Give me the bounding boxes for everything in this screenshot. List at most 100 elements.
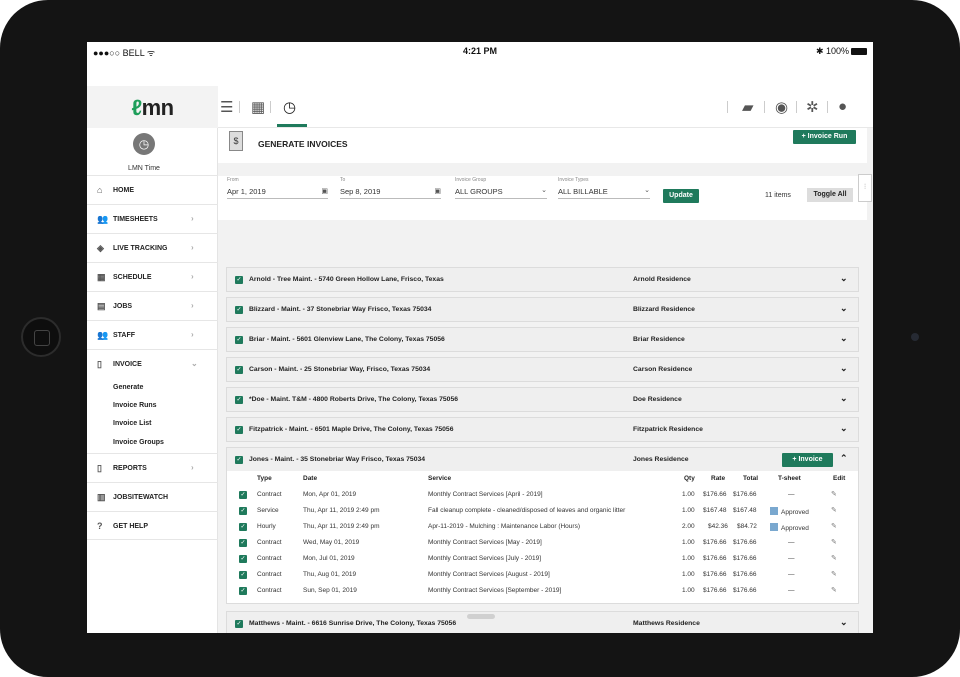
to-date-field[interactable]: Sep 8, 2019 ▣ xyxy=(340,187,441,199)
settings-sliders-icon[interactable]: ⫶ xyxy=(858,174,872,202)
chevron-right-icon: › xyxy=(191,243,194,252)
checkbox[interactable]: ✓ xyxy=(235,366,243,374)
tsheet-status[interactable]: Approved xyxy=(770,507,809,516)
sidebar-subitem-invoice-groups[interactable]: Invoice Groups xyxy=(113,439,164,446)
line-checkbox[interactable]: ✓ xyxy=(239,539,247,547)
gear-icon[interactable]: ✲ xyxy=(806,98,819,116)
tablet-frame: ●●●○○ BELL ᯤ 4:21 PM ✱ 100% ℓmn ☰ ▦ ◷ ▰ … xyxy=(0,0,960,677)
invoice-row-matthews[interactable]: ✓ Matthews - Maint. - 6616 Sunrise Drive,… xyxy=(226,611,859,633)
sidebar-subitem-invoice-list[interactable]: Invoice List xyxy=(113,420,152,427)
job-address: Matthews - Maint. - 6616 Sunrise Drive, … xyxy=(249,620,457,627)
line-date: Sun, Sep 01, 2019 xyxy=(303,587,357,594)
approved-color-chip xyxy=(770,507,778,515)
edit-pencil-icon[interactable]: ✎ xyxy=(831,586,837,594)
edit-pencil-icon[interactable]: ✎ xyxy=(831,538,837,546)
sidebar-item-reports[interactable]: ▯ REPORTS › xyxy=(87,453,218,482)
col-service: Service xyxy=(428,475,452,482)
from-label: From xyxy=(227,177,239,183)
line-type: Contract xyxy=(257,587,282,594)
chevron-down-icon[interactable]: ⌄ xyxy=(840,303,848,314)
invoice-row-jones[interactable]: ✓ Jones - Maint. - 35 Stonebriar Way Fris… xyxy=(226,447,859,472)
chevron-down-icon[interactable]: ⌄ xyxy=(840,363,848,374)
battery-indicator: ✱ 100% xyxy=(816,46,867,57)
job-address: *Doe - Maint. T&M - 4800 Roberts Drive, … xyxy=(249,396,459,403)
line-qty: 1.00 xyxy=(682,539,695,546)
checkbox[interactable]: ✓ xyxy=(235,336,243,344)
invoice-group-select[interactable]: ALL GROUPS ⌄ xyxy=(455,187,547,199)
invoice-row-arnold[interactable]: ✓ Arnold - Tree Maint. - 5740 Green Hollo… xyxy=(226,267,859,292)
line-checkbox[interactable]: ✓ xyxy=(239,507,247,515)
line-rate: $176.66 xyxy=(703,491,727,498)
edit-pencil-icon[interactable]: ✎ xyxy=(831,506,837,514)
sidebar-item-jobs[interactable]: ▤ JOBS › xyxy=(87,291,218,320)
divider xyxy=(796,101,797,113)
clock-icon: ◷ xyxy=(133,133,155,155)
checkbox[interactable]: ✓ xyxy=(235,306,243,314)
from-date-field[interactable]: Apr 1, 2019 ▣ xyxy=(227,187,328,199)
client-name: Arnold Residence xyxy=(633,276,691,283)
chat-icon[interactable]: ▰ xyxy=(742,98,754,116)
sidebar-item-timesheets[interactable]: 👥 TIMESHEETS › xyxy=(87,204,218,233)
home-button[interactable] xyxy=(21,317,61,357)
divider xyxy=(239,101,240,113)
chevron-down-icon[interactable]: ⌄ xyxy=(840,333,848,344)
line-checkbox[interactable]: ✓ xyxy=(239,555,247,563)
line-type: Contract xyxy=(257,571,282,578)
sidebar-item-staff[interactable]: 👥 STAFF › xyxy=(87,320,218,349)
sidebar-item-schedule[interactable]: ▦ SCHEDULE › xyxy=(87,262,218,291)
tsheet-status[interactable]: Approved xyxy=(770,523,809,532)
line-checkbox[interactable]: ✓ xyxy=(239,523,247,531)
invoice-types-select[interactable]: ALL BILLABLE ⌄ xyxy=(558,187,650,199)
invoice-row-fitzpatrick[interactable]: ✓ Fitzpatrick - Maint. - 6501 Maple Drive… xyxy=(226,417,859,442)
sidebar-item-home[interactable]: ⌂ HOME xyxy=(87,175,218,204)
calculator-icon[interactable]: ▦ xyxy=(251,98,265,116)
globe-icon[interactable]: ◉ xyxy=(775,98,788,116)
invoice-row-briar[interactable]: ✓ Briar - Maint. - 5601 Glenview Lane, Th… xyxy=(226,327,859,352)
chevron-down-icon[interactable]: ⌄ xyxy=(840,393,848,404)
checkbox[interactable]: ✓ xyxy=(235,396,243,404)
sidebar-item-jobsitewatch[interactable]: ▥ JOBSITEWATCH xyxy=(87,482,218,511)
sidebar-subitem-invoice-runs[interactable]: Invoice Runs xyxy=(113,402,157,409)
calendar-icon: ▣ xyxy=(434,188,441,195)
chevron-up-icon[interactable]: ⌃ xyxy=(840,453,848,464)
invoice-detail-table: Type Date Service Qty Rate Total T-sheet… xyxy=(226,471,859,604)
edit-pencil-icon[interactable]: ✎ xyxy=(831,570,837,578)
chevron-down-icon[interactable]: ⌄ xyxy=(840,617,848,628)
checkbox[interactable]: ✓ xyxy=(235,620,243,628)
clock-icon[interactable]: ◷ xyxy=(283,98,296,116)
edit-pencil-icon[interactable]: ✎ xyxy=(831,490,837,498)
checkbox[interactable]: ✓ xyxy=(235,456,243,464)
checkbox[interactable]: ✓ xyxy=(235,276,243,284)
chevron-down-icon[interactable]: ⌄ xyxy=(840,423,848,434)
sidebar-item-get-help[interactable]: ? GET HELP xyxy=(87,511,218,540)
invoice-run-button[interactable]: + Invoice Run xyxy=(793,130,856,144)
update-button[interactable]: Update xyxy=(663,189,699,203)
invoice-row-doe[interactable]: ✓ *Doe - Maint. T&M - 4800 Roberts Drive,… xyxy=(226,387,859,412)
line-service: Fall cleanup complete - cleaned/disposed… xyxy=(428,507,626,514)
sidebar-item-label: REPORTS xyxy=(113,465,147,472)
edit-pencil-icon[interactable]: ✎ xyxy=(831,522,837,530)
line-tsheet: — xyxy=(788,539,795,546)
user-icon[interactable]: ● xyxy=(838,98,847,115)
invoice-row-blizzard[interactable]: ✓ Blizzard - Maint. - 37 Stonebriar Way F… xyxy=(226,297,859,322)
line-checkbox[interactable]: ✓ xyxy=(239,587,247,595)
page-title: GENERATE INVOICES xyxy=(258,139,348,149)
checkbox[interactable]: ✓ xyxy=(235,426,243,434)
divider xyxy=(727,101,728,113)
chevron-right-icon: › xyxy=(191,272,194,281)
line-tsheet: — xyxy=(788,491,795,498)
col-type: Type xyxy=(257,475,272,482)
chevron-down-icon[interactable]: ⌄ xyxy=(840,273,848,284)
sidebar-item-invoice[interactable]: ▯ INVOICE ⌄ xyxy=(87,349,218,378)
add-invoice-button[interactable]: + Invoice xyxy=(782,453,833,467)
menu-icon[interactable]: ☰ xyxy=(220,98,233,116)
line-checkbox[interactable]: ✓ xyxy=(239,571,247,579)
sidebar-subitem-generate[interactable]: Generate xyxy=(113,384,143,391)
line-checkbox[interactable]: ✓ xyxy=(239,491,247,499)
sidebar-item-live-tracking[interactable]: ◈ LIVE TRACKING › xyxy=(87,233,218,262)
line-rate: $176.66 xyxy=(703,555,727,562)
edit-pencil-icon[interactable]: ✎ xyxy=(831,554,837,562)
divider xyxy=(764,101,765,113)
toggle-all-button[interactable]: Toggle All xyxy=(807,188,853,202)
invoice-row-carson[interactable]: ✓ Carson - Maint. - 25 Stonebriar Way, Fr… xyxy=(226,357,859,382)
